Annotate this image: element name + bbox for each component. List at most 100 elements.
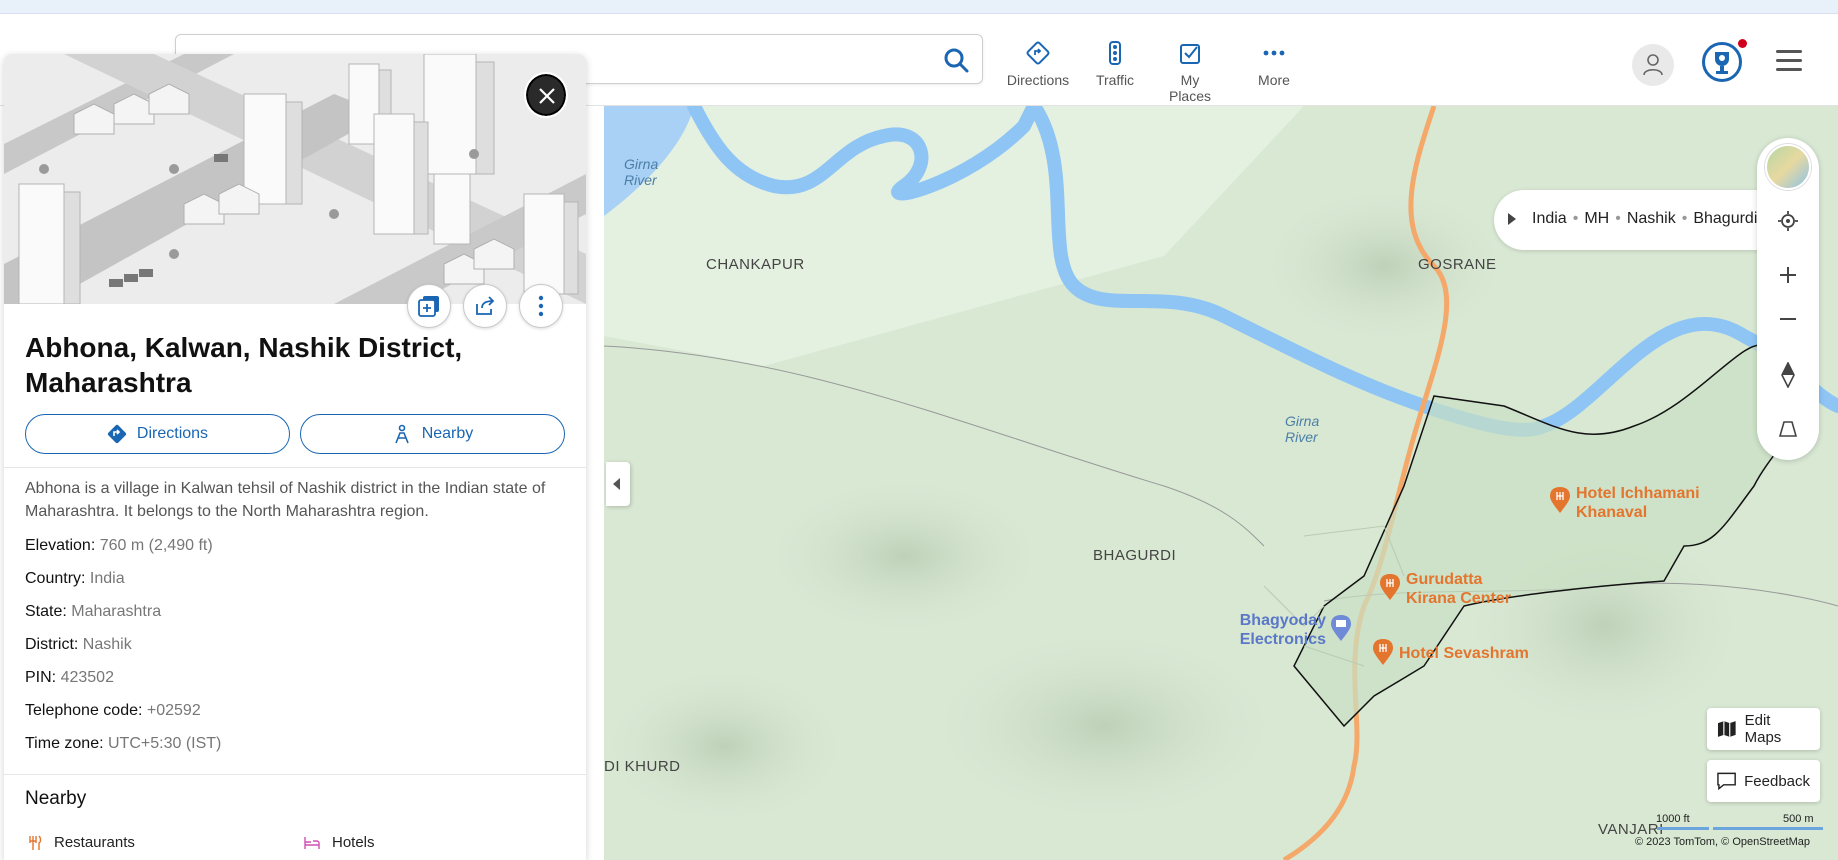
compass-icon	[1781, 362, 1795, 388]
restaurant-pin-icon[interactable]	[1372, 638, 1394, 666]
nav-directions-label: Directions	[1006, 72, 1070, 88]
nearby-restaurants[interactable]: Restaurants	[28, 834, 135, 851]
place-label-di-khurd: DI KHURD	[604, 758, 681, 775]
zoom-out-button[interactable]	[1767, 298, 1809, 340]
search-icon[interactable]	[942, 46, 970, 74]
feedback-label: Feedback	[1744, 772, 1810, 790]
plus-icon	[1780, 267, 1796, 283]
rewards-button[interactable]	[1702, 39, 1747, 82]
breadcrumb-item-country[interactable]: India	[1532, 210, 1567, 227]
restaurant-pin-icon[interactable]	[1549, 486, 1571, 514]
map-icon	[1717, 721, 1736, 737]
browser-top-strip	[0, 0, 1838, 14]
poi-gurudatta-kirana[interactable]: Gurudatta Kirana Center	[1406, 570, 1511, 608]
notification-dot	[1738, 39, 1747, 48]
fact-telephone-code: Telephone code: +02592	[25, 702, 201, 719]
poi-hotel-sevashram[interactable]: Hotel Sevashram	[1399, 644, 1529, 663]
add-to-collection-icon	[418, 296, 439, 317]
place-title: Abhona, Kalwan, Nashik District, Maharas…	[25, 332, 463, 398]
breadcrumb-item-district[interactable]: Nashik	[1627, 210, 1676, 227]
tilt-3d-button[interactable]	[1767, 408, 1809, 450]
directions-button-label: Directions	[136, 425, 209, 442]
edit-maps-label: Edit Maps	[1744, 712, 1782, 746]
fact-district: District: Nashik	[25, 636, 132, 653]
edit-maps-button[interactable]: Edit Maps	[1707, 708, 1820, 750]
hamburger-menu-icon[interactable]	[1776, 50, 1802, 74]
directions-icon	[107, 424, 126, 444]
scale-label-m: 500 m	[1783, 813, 1814, 825]
nearby-hotels-label: Hotels	[332, 834, 375, 851]
locate-me-button[interactable]	[1767, 200, 1809, 242]
save-to-collection-button[interactable]	[407, 284, 451, 328]
scale-label-ft: 1000 ft	[1656, 813, 1690, 825]
scale-bar-ft	[1657, 827, 1709, 830]
zoom-in-button[interactable]	[1767, 254, 1809, 296]
nav-my-places-label: My Places	[1168, 72, 1212, 104]
nav-more-label: More	[1258, 72, 1290, 88]
place-description: Abhona is a village in Kalwan tehsil of …	[25, 480, 546, 520]
more-vertical-icon	[538, 295, 544, 317]
copyright-text: © 2023 TomTom, © OpenStreetMap	[1635, 836, 1810, 848]
fact-country: Country: India	[25, 570, 125, 587]
hotel-bed-icon	[304, 836, 320, 849]
breadcrumb-item-place[interactable]: Bhagurdi	[1693, 210, 1757, 227]
fact-state: State: Maharashtra	[25, 603, 162, 620]
breadcrumb-item-state[interactable]: MH	[1584, 210, 1609, 227]
electronics-pin-icon[interactable]	[1330, 614, 1352, 642]
river-label-girna-west: Girna River	[624, 156, 659, 188]
nearby-section-title: Nearby	[25, 788, 87, 809]
nav-my-places-button[interactable]: My Places	[1158, 40, 1222, 104]
my-places-icon	[1180, 44, 1200, 64]
poi-hotel-ichhamani[interactable]: Hotel Ichhamani Khanaval	[1576, 484, 1700, 522]
traffic-light-icon	[1109, 41, 1121, 65]
more-options-button[interactable]	[519, 284, 563, 328]
share-button[interactable]	[463, 284, 507, 328]
place-label-chankapur: CHANKAPUR	[706, 256, 805, 273]
fact-elevation: Elevation: 760 m (2,490 ft)	[25, 537, 213, 554]
locate-icon	[1778, 211, 1798, 231]
collapse-panel-button[interactable]	[606, 462, 630, 506]
nearby-button[interactable]: Nearby	[300, 414, 565, 454]
place-label-gosrane: GOSRANE	[1418, 256, 1497, 273]
river-label-girna-east: Girna River	[1285, 413, 1320, 445]
divider	[4, 774, 586, 775]
nav-directions-button[interactable]: Directions	[1006, 40, 1070, 90]
more-dots-icon	[1263, 50, 1285, 56]
tilt-icon	[1778, 421, 1798, 437]
feedback-icon	[1717, 772, 1736, 790]
place-label-bhagurdi: BHAGURDI	[1093, 547, 1177, 564]
place-hero-image	[4, 54, 586, 304]
compass-button[interactable]	[1767, 354, 1809, 396]
scale-bar-m	[1713, 827, 1823, 830]
nav-traffic-label: Traffic	[1095, 72, 1135, 88]
nearby-hotels[interactable]: Hotels	[304, 834, 375, 851]
shop-pin-icon[interactable]	[1379, 573, 1401, 601]
breadcrumb-expand-icon[interactable]	[1508, 213, 1516, 225]
nearby-restaurants-label: Restaurants	[54, 834, 135, 851]
nearby-person-icon	[394, 424, 409, 444]
avatar[interactable]	[1632, 44, 1674, 86]
chevron-left-icon	[613, 478, 620, 490]
city-illustration	[4, 54, 586, 304]
fact-time-zone: Time zone: UTC+5:30 (IST)	[25, 735, 222, 752]
nearby-button-label: Nearby	[421, 425, 474, 442]
feedback-button[interactable]: Feedback	[1707, 760, 1820, 802]
fact-pin: PIN: 423502	[25, 669, 114, 686]
map-controls	[1757, 138, 1819, 460]
nav-traffic-button[interactable]: Traffic	[1090, 40, 1140, 90]
minus-icon	[1780, 318, 1796, 320]
close-panel-button[interactable]	[524, 72, 568, 118]
restaurant-icon	[29, 835, 42, 850]
divider	[4, 467, 586, 468]
directions-icon	[1026, 41, 1050, 65]
place-details-panel: Abhona, Kalwan, Nashik District, Maharas…	[4, 54, 586, 860]
poi-bhagyoday-electronics[interactable]: Bhagyoday Electronics	[1216, 611, 1326, 649]
map-style-globe-icon[interactable]	[1765, 144, 1811, 190]
close-icon	[539, 88, 555, 104]
breadcrumb[interactable]: India • MH • Nashik • Bhagurdi	[1494, 190, 1774, 250]
nav-more-button[interactable]: More	[1254, 40, 1294, 90]
share-icon	[476, 296, 495, 315]
user-icon	[1643, 54, 1663, 76]
rewards-trophy-icon	[1715, 52, 1729, 74]
directions-button[interactable]: Directions	[25, 414, 290, 454]
